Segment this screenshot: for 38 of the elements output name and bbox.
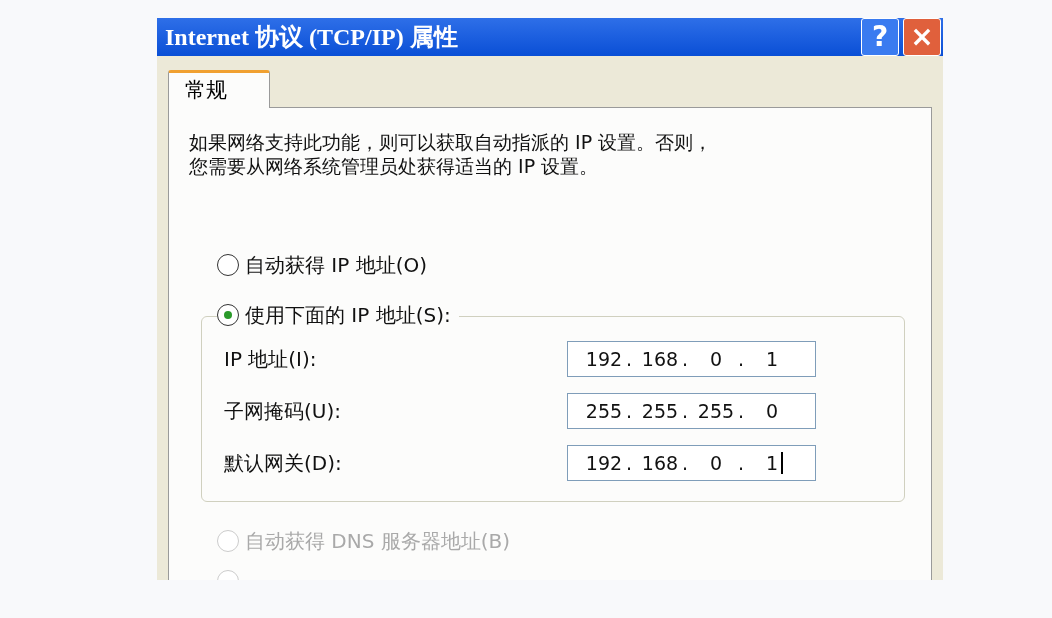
- octet-text: 255: [697, 398, 735, 424]
- octet-text: 0: [709, 450, 723, 476]
- octet-text: 192: [585, 346, 623, 372]
- ip-address-field[interactable]: 192 . 168 . 0 . 1: [567, 445, 816, 481]
- field-label: 默认网关(D):: [224, 450, 342, 477]
- octet-text: 168: [641, 450, 679, 476]
- description-text: 如果网络支持此功能，则可以获取自动指派的 IP 设置。否则，: [189, 130, 713, 154]
- help-button[interactable]: ?: [861, 18, 899, 56]
- radio-button[interactable]: [217, 254, 239, 276]
- separator-dot: .: [682, 398, 690, 424]
- separator-dot: .: [626, 398, 634, 424]
- field-label: 子网掩码(U):: [224, 398, 341, 425]
- tab[interactable]: 常规: [168, 70, 270, 108]
- radio-label: 自动获得 DNS 服务器地址(B): [245, 528, 511, 555]
- window-title: Internet 协议 (TCP/IP) 属性: [165, 23, 459, 52]
- separator-dot: .: [682, 346, 690, 372]
- octet-text: 192: [585, 450, 623, 476]
- radio-label: 自动获得 IP 地址(O): [245, 252, 428, 279]
- separator-dot: .: [626, 450, 634, 476]
- close-button[interactable]: ×: [903, 18, 941, 56]
- octet-text: 0: [709, 346, 723, 372]
- octet-text: 1: [765, 346, 779, 372]
- separator-dot: .: [738, 450, 746, 476]
- radio-button[interactable]: [217, 304, 239, 326]
- octet-text: 168: [641, 346, 679, 372]
- octet-text: 255: [641, 398, 679, 424]
- ip-address-field[interactable]: 255 . 255 . 255 . 0: [567, 393, 816, 429]
- ip-address-field[interactable]: 192 . 168 . 0 . 1: [567, 341, 816, 377]
- separator-dot: .: [738, 398, 746, 424]
- description-text: 您需要从网络系统管理员处获得适当的 IP 设置。: [189, 154, 599, 178]
- field-label: IP 地址(I):: [224, 346, 317, 373]
- separator-dot: .: [682, 450, 690, 476]
- octet-text: 255: [585, 398, 623, 424]
- radio-label: 使用下面的 IP 地址(S):: [245, 302, 451, 329]
- octet-text: 0: [765, 398, 779, 424]
- octet-text: 1: [765, 450, 779, 476]
- separator-dot: .: [626, 346, 634, 372]
- separator-dot: .: [738, 346, 746, 372]
